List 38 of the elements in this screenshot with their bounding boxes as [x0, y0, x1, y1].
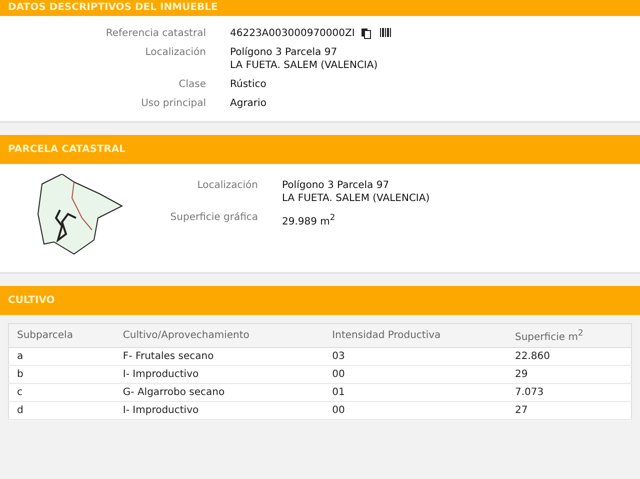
table-cell: 22.860: [514, 351, 550, 362]
field-label: Uso principal: [140, 98, 206, 109]
column-header: Subparcela: [17, 330, 73, 342]
copy-icon[interactable]: [360, 28, 372, 39]
table-cell: c: [17, 387, 22, 398]
table-cell: I- Improductivo: [122, 369, 199, 380]
field-value: Agrario: [230, 98, 266, 109]
table-cell: I- Improductivo: [122, 405, 199, 416]
field-value: 29.989 m$^{2}$: [282, 212, 336, 228]
table-cell: 00: [332, 405, 345, 416]
table-cell: 03: [332, 351, 345, 362]
table-cell: 7.073: [514, 387, 544, 398]
table-cell: 29: [514, 369, 528, 380]
section-header: CULTIVO: [0, 286, 640, 315]
table-cell: 00: [332, 369, 345, 380]
field-label: Localización: [144, 47, 206, 60]
field-label: Localización: [196, 180, 258, 193]
section-header: PARCELA CATASTRAL: [0, 135, 640, 164]
field-label: Referencia catastral: [104, 28, 206, 39]
field-value: Polígono 3 Parcela 97: [282, 180, 390, 191]
field-value: LA FUETA. SALEM (VALENCIA): [282, 193, 430, 204]
table-cell: G- Algarrobo secano: [122, 387, 225, 398]
field-value: 46223A003000970000ZI: [230, 28, 355, 39]
field-value: Rústico: [230, 79, 266, 90]
section-header: DATOS DESCRIPTIVOS DEL INMUEBLE: [0, 0, 640, 16]
field-label: Superficie gráfica: [169, 212, 258, 225]
table-cell: d: [17, 405, 24, 416]
field-label: Clase: [178, 79, 206, 90]
field-value: LA FUETA. SALEM (VALENCIA): [230, 60, 378, 71]
barcode-icon[interactable]: [380, 28, 391, 39]
table-cell: b: [17, 369, 24, 380]
table-cell: 27: [514, 405, 528, 416]
field-value: Polígono 3 Parcela 97: [230, 47, 338, 58]
table-cell: a: [17, 351, 24, 362]
column-header: Intensidad Productiva: [332, 330, 441, 342]
table-cell: F- Frutales secano: [122, 351, 214, 362]
column-header: Cultivo/Aprovechamiento: [122, 330, 250, 342]
table-cell: 01: [332, 387, 345, 398]
